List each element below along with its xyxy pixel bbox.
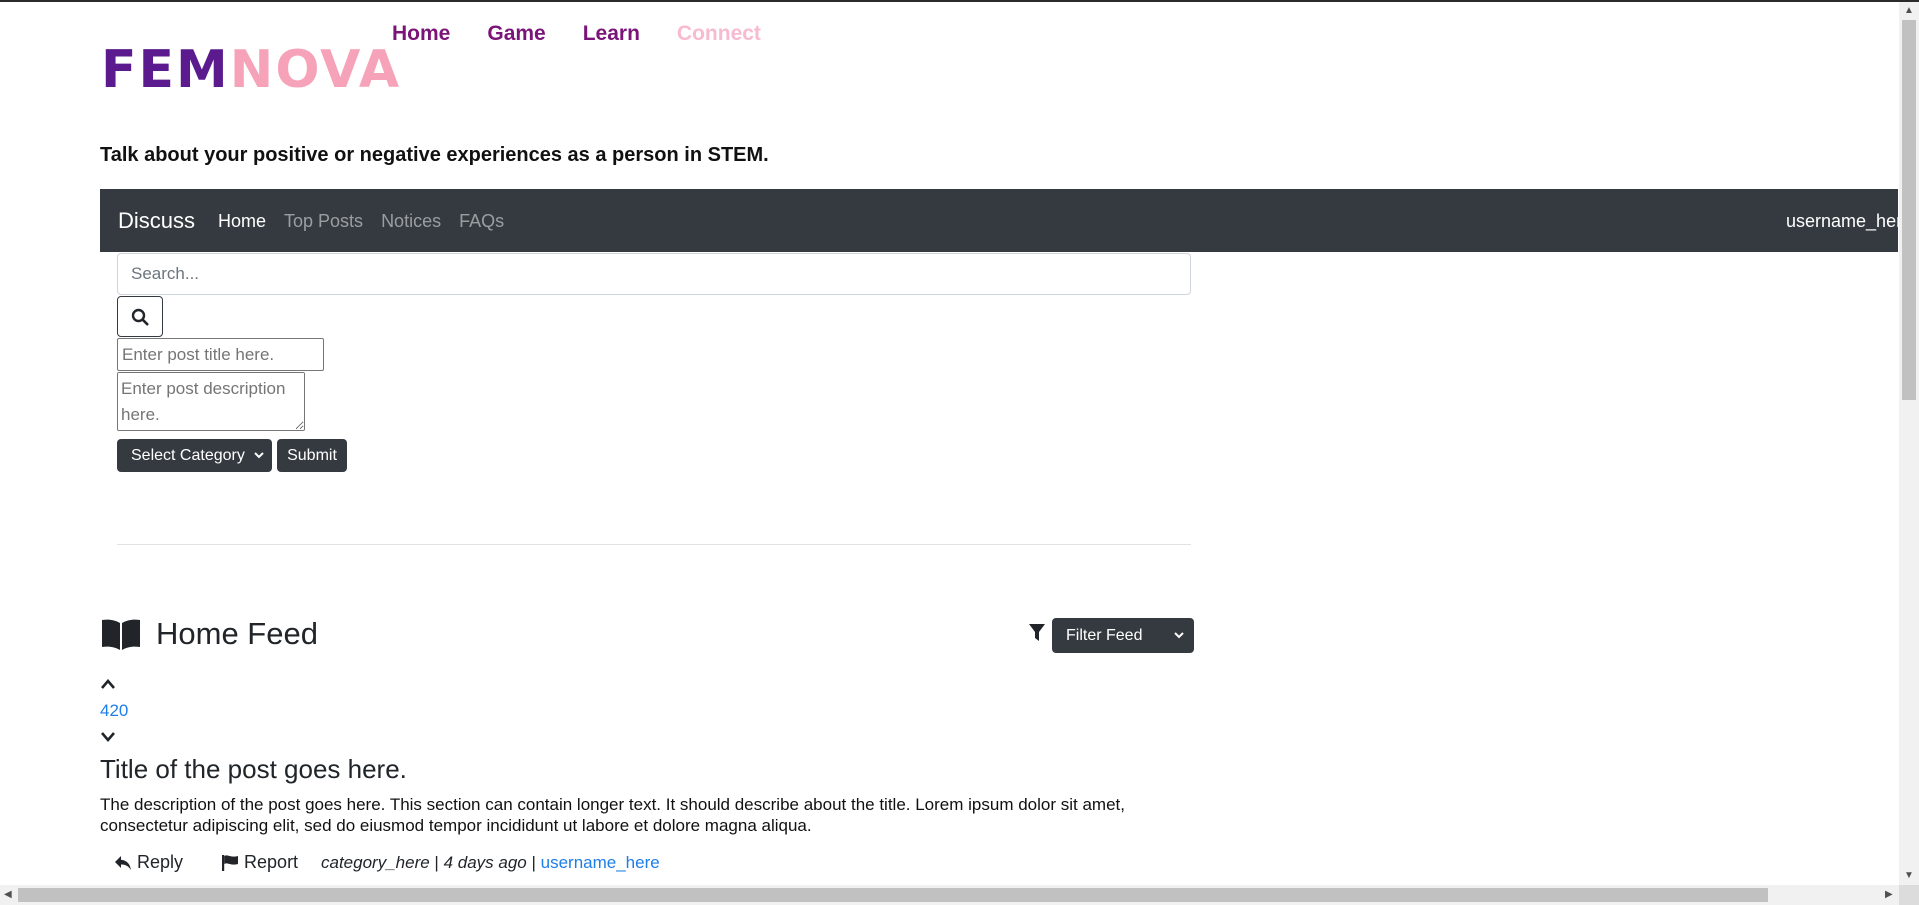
select-category-dropdown[interactable]: Select Category (117, 439, 272, 472)
post-actions: Reply Report (114, 852, 298, 873)
search-icon (131, 308, 149, 326)
meta-separator: | (531, 853, 541, 872)
filter-feed-label: Filter Feed (1066, 626, 1143, 644)
feed-title: Home Feed (156, 616, 318, 651)
filter-feed-dropdown[interactable]: Filter Feed (1052, 618, 1194, 653)
book-open-icon (102, 619, 140, 650)
post-description: The description of the post goes here. T… (100, 795, 1125, 835)
site-nav-connect[interactable]: Connect (677, 22, 761, 46)
chevron-down-icon (254, 452, 264, 459)
site-nav-learn[interactable]: Learn (583, 22, 640, 46)
navbar-link-faqs[interactable]: FAQs (459, 211, 504, 232)
femnova-logo[interactable]: FEM NOVA (101, 40, 402, 100)
meta-separator: | (434, 853, 444, 872)
navbar-username[interactable]: username_here (1786, 211, 1898, 232)
scroll-left-arrow-icon[interactable]: ◀ (4, 890, 12, 900)
chevron-up-icon[interactable] (100, 678, 116, 690)
post-time: 4 days ago (443, 853, 527, 872)
post-description-input[interactable] (117, 372, 305, 431)
chevron-down-icon[interactable] (100, 731, 116, 743)
search-input[interactable] (117, 253, 1191, 295)
scroll-right-arrow-icon[interactable]: ▶ (1885, 890, 1893, 900)
reply-icon (115, 855, 131, 870)
search-button[interactable] (117, 296, 163, 337)
post-vote-count: 420 (100, 701, 129, 720)
vertical-scrollbar[interactable]: ▲ ▼ (1899, 2, 1919, 885)
navbar-links: Home Top Posts Notices FAQs (218, 211, 504, 232)
post-title-input[interactable] (117, 338, 324, 371)
post-category[interactable]: category_here (321, 853, 430, 872)
flag-icon (222, 854, 239, 871)
feed-header: Home Feed (100, 616, 318, 652)
post-meta: category_here | 4 days ago | username_he… (321, 853, 660, 873)
select-category-label: Select Category (131, 446, 245, 464)
horizontal-scroll-thumb[interactable] (18, 888, 1768, 902)
submit-button[interactable]: Submit (277, 439, 347, 472)
window-top-border (0, 0, 1919, 2)
site-nav-game[interactable]: Game (487, 22, 545, 46)
filter-icon (1029, 624, 1045, 641)
scrollbar-corner (1899, 885, 1919, 905)
navbar-link-top-posts[interactable]: Top Posts (284, 211, 363, 232)
post-title[interactable]: Title of the post goes here. (100, 754, 407, 785)
site-nav: Home Game Learn Connect (392, 22, 761, 46)
scroll-up-arrow-icon[interactable]: ▲ (1904, 6, 1914, 16)
logo-part-fem: FEM (101, 40, 230, 100)
horizontal-scrollbar[interactable]: ◀ ▶ (0, 885, 1899, 905)
reply-button[interactable]: Reply (114, 852, 183, 873)
chevron-down-icon (1174, 632, 1184, 639)
scroll-down-arrow-icon[interactable]: ▼ (1904, 871, 1914, 881)
post-author-link[interactable]: username_here (541, 853, 660, 872)
navbar-link-home[interactable]: Home (218, 211, 266, 232)
vertical-scroll-thumb[interactable] (1902, 20, 1916, 400)
site-nav-home[interactable]: Home (392, 22, 450, 46)
navbar-link-notices[interactable]: Notices (381, 211, 441, 232)
logo-part-nova: NOVA (229, 40, 402, 100)
reply-label: Reply (137, 852, 184, 872)
page-tagline: Talk about your positive or negative exp… (100, 144, 769, 166)
discuss-navbar: Discuss Home Top Posts Notices FAQs user… (100, 189, 1898, 252)
navbar-brand[interactable]: Discuss (118, 208, 195, 234)
report-label: Report (244, 852, 299, 872)
section-divider (117, 544, 1191, 545)
report-button[interactable]: Report (221, 852, 298, 873)
